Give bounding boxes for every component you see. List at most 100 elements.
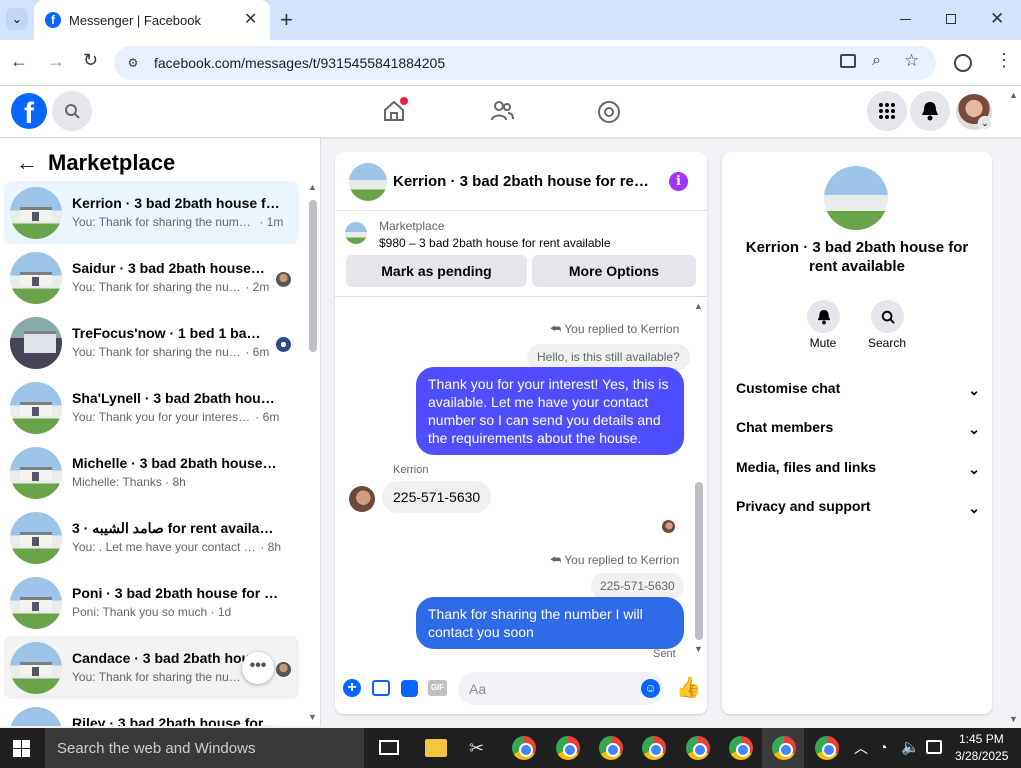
more-options-button[interactable]: ••• <box>242 652 274 684</box>
conversation-item[interactable]: Michelle · 3 bad 2bath house for rent av… <box>4 441 299 504</box>
conversation-item[interactable]: Sha'Lynell · 3 bad 2bath house for rent … <box>4 376 299 439</box>
mute-label[interactable]: Mute <box>802 336 844 350</box>
browser-tab[interactable]: f Messenger | Facebook ✕ <box>34 0 270 40</box>
back-arrow-icon[interactable]: ← <box>16 150 38 176</box>
browser-menu-icon[interactable]: ⋮ <box>995 50 1013 71</box>
scroll-down-icon[interactable]: ▼ <box>308 712 317 722</box>
minimize-icon[interactable] <box>900 19 911 20</box>
conversation-item[interactable]: Candace · 3 bad 2bath house for rent ava… <box>4 636 299 699</box>
photo-icon[interactable] <box>372 680 390 696</box>
taskbar-search-box[interactable]: Search the web and Windows <box>45 728 364 768</box>
customise-chat-section[interactable]: Customise chat ⌄ <box>736 380 980 398</box>
outgoing-message[interactable]: Thank for sharing the number I will cont… <box>416 597 684 649</box>
groups-icon[interactable] <box>597 100 621 129</box>
restore-icon[interactable] <box>946 14 956 24</box>
sticker-icon[interactable] <box>401 680 418 697</box>
page-scroll-down-icon[interactable]: ▼ <box>1009 714 1018 724</box>
windows-taskbar: Search the web and Windows ✂ ︿ ◔ 🔈 1:45 … <box>0 728 1021 768</box>
back-icon[interactable]: ← <box>10 51 28 72</box>
search-icon[interactable] <box>52 91 92 131</box>
scroll-up-icon[interactable]: ▲ <box>694 301 703 311</box>
listing-thumbnail <box>10 252 62 304</box>
scroll-up-icon[interactable]: ▲ <box>308 182 317 192</box>
notification-dot <box>400 97 408 105</box>
friends-icon[interactable] <box>490 100 514 127</box>
outgoing-message[interactable]: Thank you for your interest! Yes, this i… <box>416 367 684 455</box>
clock-time[interactable]: 1:45 PM <box>959 732 1004 746</box>
conversation-item[interactable]: Saidur · 3 bad 2bath house for rent avai… <box>4 246 299 309</box>
facebook-logo-icon[interactable]: f <box>11 93 47 129</box>
seen-avatar <box>276 272 291 287</box>
account-chevron-icon[interactable]: ⌄ <box>978 116 992 130</box>
reply-indicator: ⮪ You replied to Kerrion <box>550 322 680 336</box>
chrome-icon[interactable] <box>556 736 580 760</box>
sender-avatar[interactable] <box>349 486 375 512</box>
info-icon[interactable]: i <box>669 172 688 191</box>
chrome-icon[interactable] <box>815 736 839 760</box>
privacy-support-section[interactable]: Privacy and support ⌄ <box>736 498 980 516</box>
omnibox[interactable]: ⚙ facebook.com/messages/t/93154558418842… <box>114 46 936 80</box>
task-view-icon[interactable] <box>379 740 399 755</box>
reload-icon[interactable]: ↻ <box>83 50 98 71</box>
chrome-icon[interactable] <box>512 736 536 760</box>
chrome-icon[interactable] <box>599 736 623 760</box>
clock-date[interactable]: 3/28/2025 <box>955 749 1008 763</box>
scroll-down-icon[interactable]: ▼ <box>694 644 703 654</box>
action-center-icon[interactable] <box>926 740 942 754</box>
message-input[interactable]: Aa ☺ <box>458 672 664 705</box>
chrome-icon[interactable] <box>642 736 666 760</box>
file-explorer-icon[interactable] <box>425 739 447 757</box>
conversation-name: Sha'Lynell · 3 bad 2bath house for rent … <box>72 390 278 406</box>
chrome-icon[interactable] <box>772 736 796 760</box>
chrome-icon[interactable] <box>686 736 710 760</box>
tray-chevron-icon[interactable]: ︿ <box>854 738 868 758</box>
emoji-icon[interactable]: ☺ <box>641 679 660 698</box>
window-close-icon[interactable]: ✕ <box>990 9 1004 29</box>
menu-grid-icon[interactable] <box>867 91 907 131</box>
more-options-button[interactable]: More Options <box>532 255 696 287</box>
chat-title[interactable]: Kerrion · 3 bad 2bath house for rent ava… <box>393 173 653 190</box>
tab-close-icon[interactable]: ✕ <box>244 9 257 29</box>
listing-thumbnail <box>10 642 62 694</box>
volume-icon[interactable]: 🔈 <box>901 738 920 756</box>
media-files-links-section[interactable]: Media, files and links ⌄ <box>736 459 980 477</box>
listing-banner[interactable]: Marketplace $980 – 3 bad 2bath house for… <box>335 211 707 297</box>
conversation-item[interactable]: Kerrion · 3 bad 2bath house for rent ava… <box>4 181 299 244</box>
chrome-icon[interactable] <box>729 736 753 760</box>
mute-bell-icon[interactable] <box>807 300 840 333</box>
tab-list-chevron-icon[interactable]: ⌄ <box>6 8 28 30</box>
conversation-name: Candace · 3 bad 2bath house for rent ava… <box>72 650 250 666</box>
new-tab-icon[interactable]: + <box>280 7 293 33</box>
conversation-item[interactable]: صامد الشيبه · 3 for rent available... Yo… <box>4 506 299 569</box>
mark-as-pending-button[interactable]: Mark as pending <box>346 255 527 287</box>
zoom-icon[interactable]: ⌕ <box>872 52 881 70</box>
chat-header: Kerrion · 3 bad 2bath house for rent ava… <box>335 152 707 211</box>
conversation-item[interactable]: Riley · 3 bad 2bath house for rent avail… <box>4 701 299 726</box>
snipping-tool-icon[interactable]: ✂ <box>469 738 484 759</box>
search-label[interactable]: Search <box>862 336 912 350</box>
add-icon[interactable]: + <box>343 679 361 697</box>
quoted-message[interactable]: 225-571-5630 <box>591 573 684 599</box>
profile-icon[interactable] <box>954 54 972 72</box>
incoming-message[interactable]: 225-571-5630 <box>382 481 492 513</box>
page-scroll-up-icon[interactable]: ▲ <box>1009 90 1018 100</box>
search-icon[interactable] <box>871 300 904 333</box>
url-text[interactable]: facebook.com/messages/t/9315455841884205 <box>154 55 445 71</box>
install-app-icon[interactable] <box>840 54 856 68</box>
bookmark-star-icon[interactable]: ☆ <box>904 51 919 71</box>
windows-start-icon[interactable] <box>13 740 30 757</box>
like-icon[interactable]: 👍 <box>676 675 701 700</box>
site-info-icon[interactable]: ⚙ <box>124 54 142 72</box>
chat-avatar[interactable] <box>349 163 387 201</box>
list-scrollbar[interactable] <box>309 200 317 352</box>
conversation-item[interactable]: TreFocus'now · 1 bed 1 bath apartment Yo… <box>4 311 299 374</box>
network-icon[interactable]: ◔ <box>879 739 887 755</box>
bell-icon[interactable] <box>910 91 950 131</box>
home-icon[interactable] <box>382 97 408 128</box>
chat-scrollbar[interactable] <box>695 482 703 640</box>
chat-members-section[interactable]: Chat members ⌄ <box>736 419 980 437</box>
gif-icon[interactable]: GIF <box>428 680 447 696</box>
info-avatar[interactable] <box>824 166 888 230</box>
conversation-item[interactable]: Poni · 3 bad 2bath house for rent availa… <box>4 571 299 634</box>
forward-icon[interactable]: → <box>47 51 65 72</box>
